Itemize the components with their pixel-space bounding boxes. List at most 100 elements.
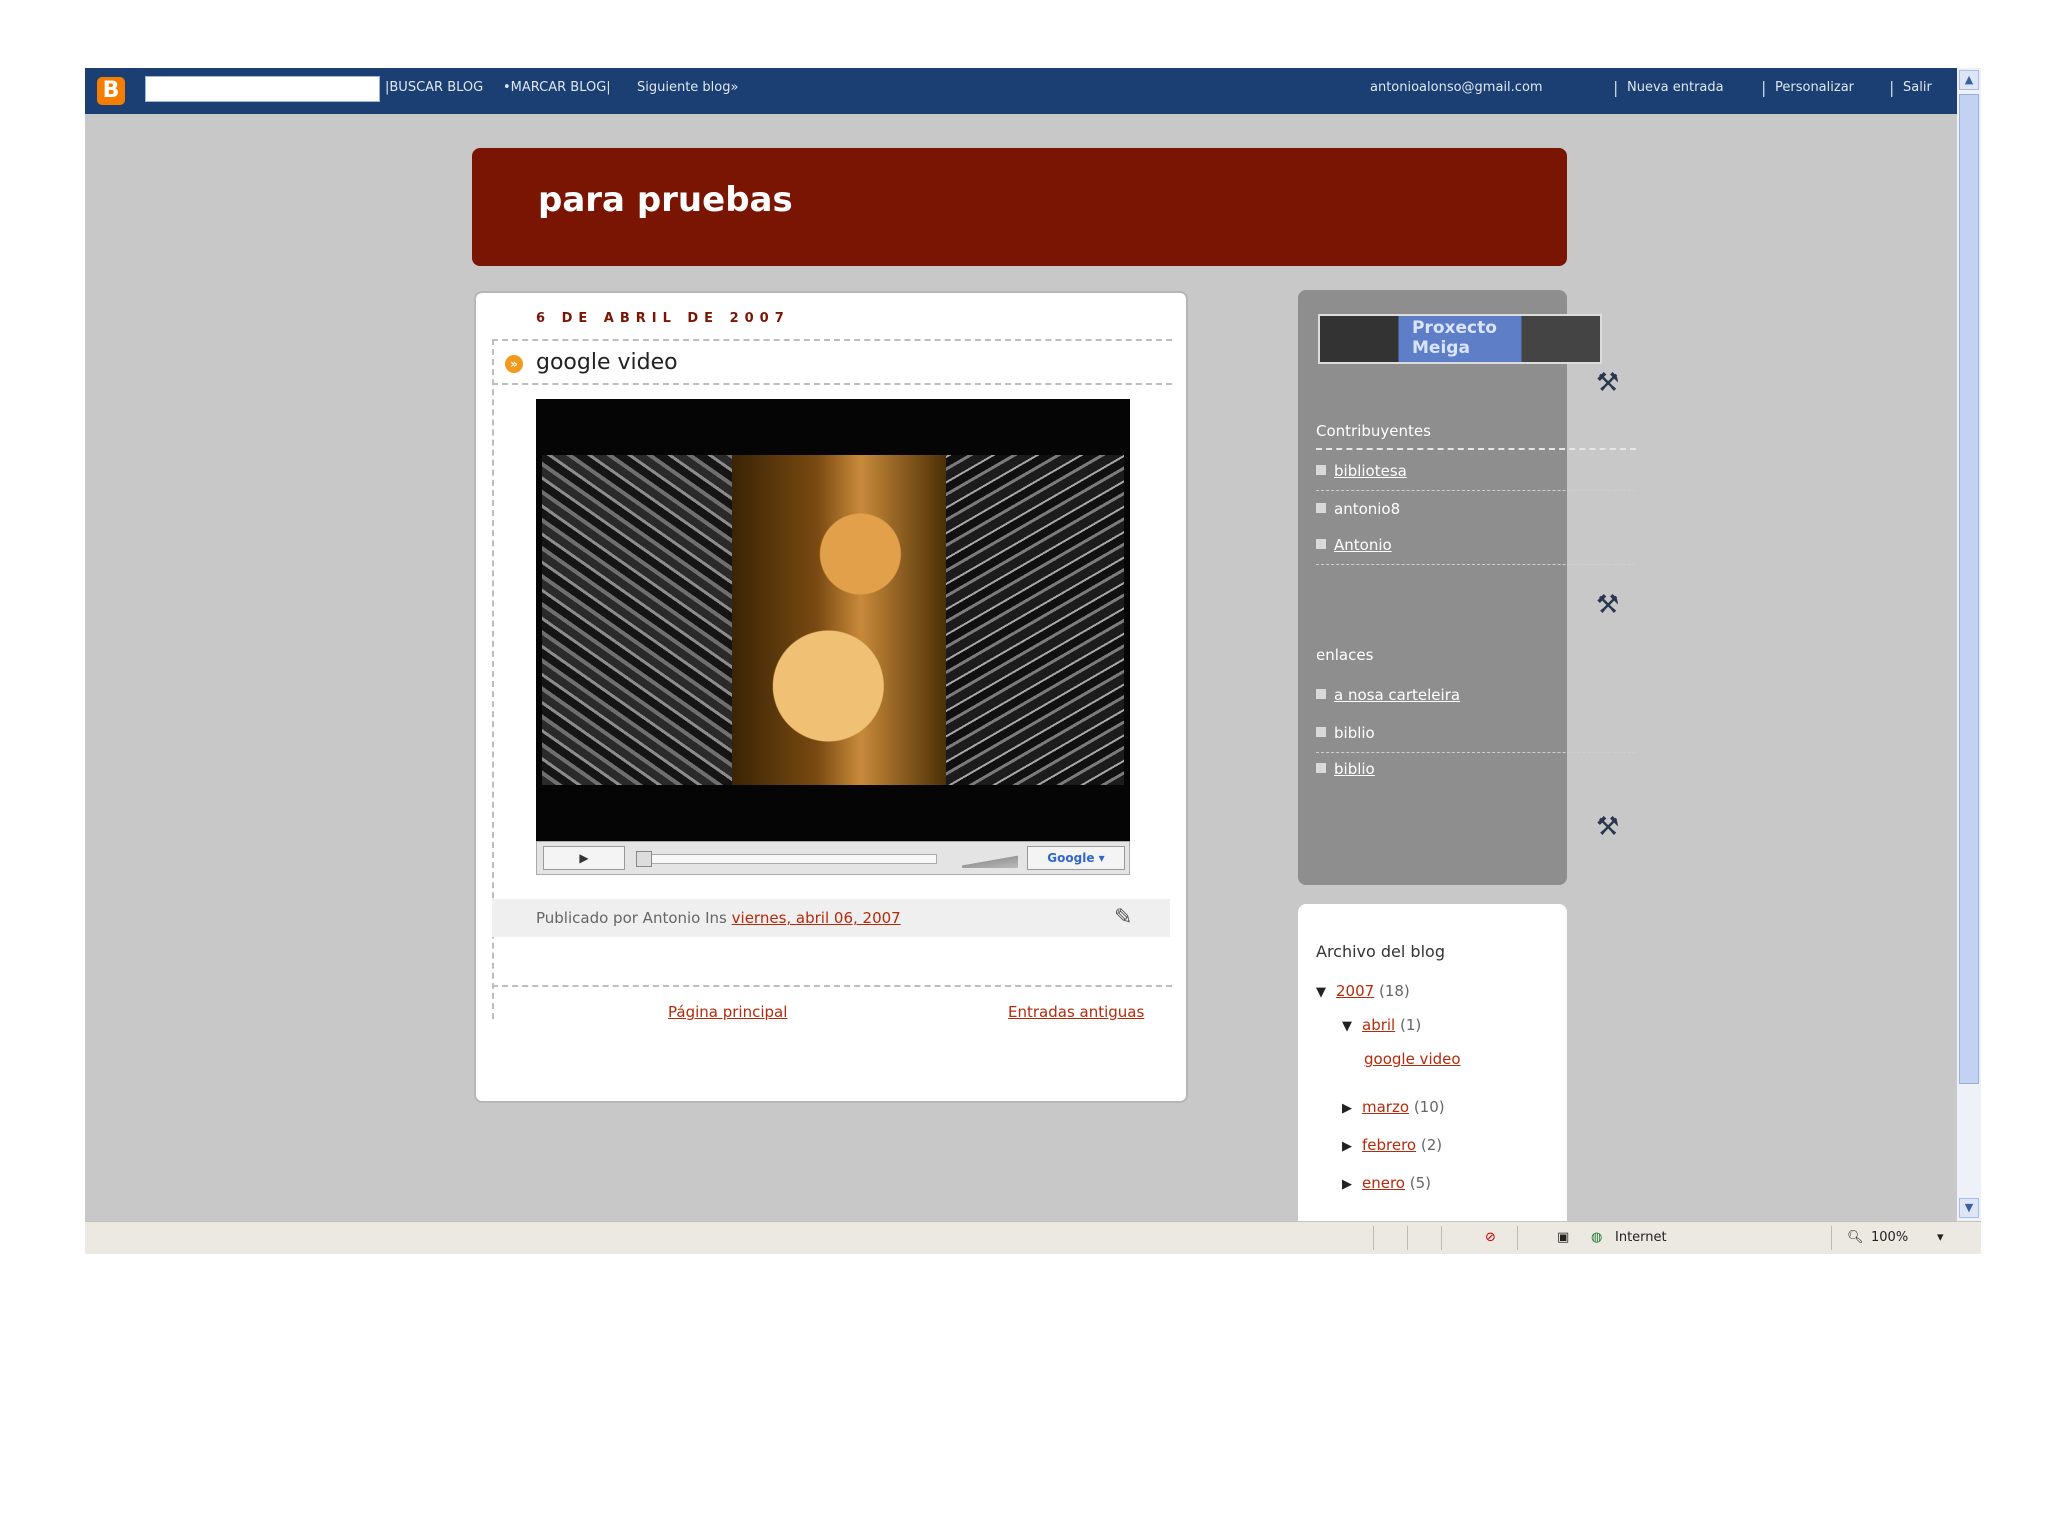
archive-year[interactable]: ▼ 2007 (18) (1316, 982, 1410, 1000)
seek-handle[interactable] (636, 851, 652, 867)
blogger-navbar: B |BUSCAR BLOG •MARCAR BLOG| Siguiente b… (85, 68, 1957, 114)
scroll-up-icon[interactable]: ▲ (1959, 70, 1979, 90)
archive-month-link[interactable]: enero (1362, 1174, 1405, 1192)
link-item[interactable]: a nosa carteleira (1316, 686, 1460, 704)
sidebar-link[interactable]: biblio (1334, 724, 1375, 742)
divider (492, 383, 1172, 385)
nav-separator: | (1761, 78, 1767, 97)
archive-month-link[interactable]: febrero (1362, 1136, 1416, 1154)
triangle-right-icon[interactable]: ▶ (1342, 1101, 1352, 1116)
zoom-icon[interactable]: 🔍︎ (1847, 1230, 1864, 1245)
post-author-label: Publicado por Antonio Ins (536, 909, 732, 927)
archive-post-link[interactable]: google video (1364, 1050, 1461, 1068)
archive-post[interactable]: google video (1364, 1050, 1461, 1068)
proxecto-meiga-image[interactable]: Proxecto Meiga (1318, 314, 1602, 364)
scroll-down-icon[interactable]: ▼ (1959, 1198, 1979, 1218)
contributor-item[interactable]: bibliotesa (1316, 462, 1407, 480)
archive-month-link[interactable]: abril (1362, 1016, 1395, 1034)
archive-month-link[interactable]: marzo (1362, 1098, 1409, 1116)
zoom-dropdown-icon[interactable]: ▾ (1937, 1230, 1944, 1245)
vertical-scrollbar[interactable]: ▲ ▼ (1957, 68, 1981, 1221)
archive-count: (1) (1400, 1016, 1422, 1034)
status-divider (1441, 1226, 1442, 1250)
video-player[interactable] (536, 399, 1130, 841)
browser-status-bar: ⊘ ▣ ◍ Internet 🔍︎ 100% ▾ (85, 1221, 1981, 1254)
archive-year-link[interactable]: 2007 (1336, 982, 1374, 1000)
blog-title[interactable]: para pruebas (538, 180, 793, 220)
blog-archive: Archivo del blog ▼ 2007 (18) ▼ abril (1) g… (1298, 904, 1567, 1324)
archive-month[interactable]: ▶ enero (5) (1342, 1174, 1431, 1192)
links-heading: enlaces (1316, 646, 1374, 664)
play-icon: ▶ (579, 851, 589, 865)
post-bullet-icon: » (505, 355, 523, 373)
google-video-menu-button[interactable]: Google ▾ (1027, 846, 1125, 870)
sidebar-link[interactable]: biblio (1334, 760, 1375, 778)
archive-count: (2) (1420, 1136, 1443, 1154)
contributor-item[interactable]: Antonio (1316, 536, 1392, 554)
tools-icon[interactable]: ⚒ (1596, 368, 1619, 398)
divider (1316, 564, 1636, 565)
post-title[interactable]: google video (536, 350, 678, 375)
blog-header: para pruebas (472, 148, 1567, 266)
salir-link[interactable]: Salir (1903, 80, 1932, 95)
globe-icon: ◍ (1591, 1230, 1603, 1245)
security-zone: Internet (1615, 1230, 1667, 1245)
nav-separator: | (1889, 78, 1895, 97)
blog-search-input[interactable] (145, 76, 380, 102)
archive-title: Archivo del blog (1316, 942, 1445, 961)
archive-count: (5) (1409, 1174, 1432, 1192)
video-controls: ▶ Google ▾ (536, 841, 1130, 875)
divider (492, 339, 1172, 341)
contributor-link[interactable]: bibliotesa (1334, 462, 1407, 480)
archive-month[interactable]: ▶ marzo (10) (1342, 1098, 1445, 1116)
status-divider (1517, 1226, 1518, 1250)
older-posts-link[interactable]: Entradas antiguas (1008, 1003, 1144, 1021)
buscar-blog-button[interactable]: |BUSCAR BLOG (385, 80, 483, 95)
siguiente-blog-link[interactable]: Siguiente blog» (637, 80, 738, 95)
home-page-link[interactable]: Página principal (668, 1003, 787, 1021)
contributor-link[interactable]: Antonio (1334, 536, 1392, 554)
user-email: antonioalonso@gmail.com (1370, 80, 1543, 95)
tools-icon[interactable]: ⚒ (1596, 812, 1619, 842)
zoom-level[interactable]: 100% (1871, 1230, 1908, 1245)
volume-slider[interactable] (962, 850, 1018, 868)
play-button[interactable]: ▶ (543, 846, 625, 870)
video-panel-center (732, 455, 946, 785)
sidebar-link[interactable]: a nosa carteleira (1334, 686, 1460, 704)
post-footer: Publicado por Antonio Ins viernes, abril… (492, 899, 1170, 937)
tools-icon[interactable]: ⚒ (1596, 590, 1619, 620)
divider (492, 985, 1172, 987)
browser-window: B |BUSCAR BLOG •MARCAR BLOG| Siguiente b… (85, 68, 1981, 1324)
triangle-down-icon[interactable]: ▼ (1342, 1019, 1352, 1034)
privacy-icon[interactable]: ⊘ (1485, 1230, 1496, 1245)
link-item[interactable]: biblio (1316, 760, 1375, 778)
divider (1316, 448, 1636, 450)
edit-pencil-icon[interactable]: ✎ (1114, 905, 1132, 930)
contributor-item[interactable]: antonio8 (1316, 500, 1400, 518)
post-permalink[interactable]: viernes, abril 06, 2007 (732, 909, 901, 927)
marcar-blog-button[interactable]: •MARCAR BLOG| (503, 80, 611, 95)
status-divider (1407, 1226, 1408, 1250)
archive-month[interactable]: ▼ abril (1) (1342, 1016, 1421, 1034)
link-item[interactable]: biblio (1316, 724, 1375, 742)
contributor-link[interactable]: antonio8 (1334, 500, 1400, 518)
contributors-heading: Contribuyentes (1316, 422, 1431, 440)
scrollbar-thumb[interactable] (1959, 94, 1979, 1084)
nueva-entrada-link[interactable]: Nueva entrada (1627, 80, 1724, 95)
main-column: 6 DE ABRIL DE 2007 » google video ▶ Goog… (474, 291, 1188, 1103)
popup-blocker-icon[interactable]: ▣ (1557, 1230, 1569, 1245)
archive-month[interactable]: ▶ febrero (2) (1342, 1136, 1442, 1154)
triangle-right-icon[interactable]: ▶ (1342, 1139, 1352, 1154)
divider (1316, 752, 1636, 753)
personalizar-link[interactable]: Personalizar (1775, 80, 1854, 95)
status-divider (1831, 1226, 1832, 1250)
blogger-logo-icon[interactable]: B (97, 77, 125, 105)
divider (1316, 490, 1636, 491)
triangle-right-icon[interactable]: ▶ (1342, 1177, 1352, 1192)
status-divider (1373, 1226, 1374, 1250)
video-panel-left (542, 455, 732, 785)
post-byline: Publicado por Antonio Ins viernes, abril… (536, 909, 901, 927)
triangle-down-icon[interactable]: ▼ (1316, 985, 1326, 1000)
seek-bar[interactable] (636, 851, 937, 867)
video-frame-image (542, 455, 1124, 785)
